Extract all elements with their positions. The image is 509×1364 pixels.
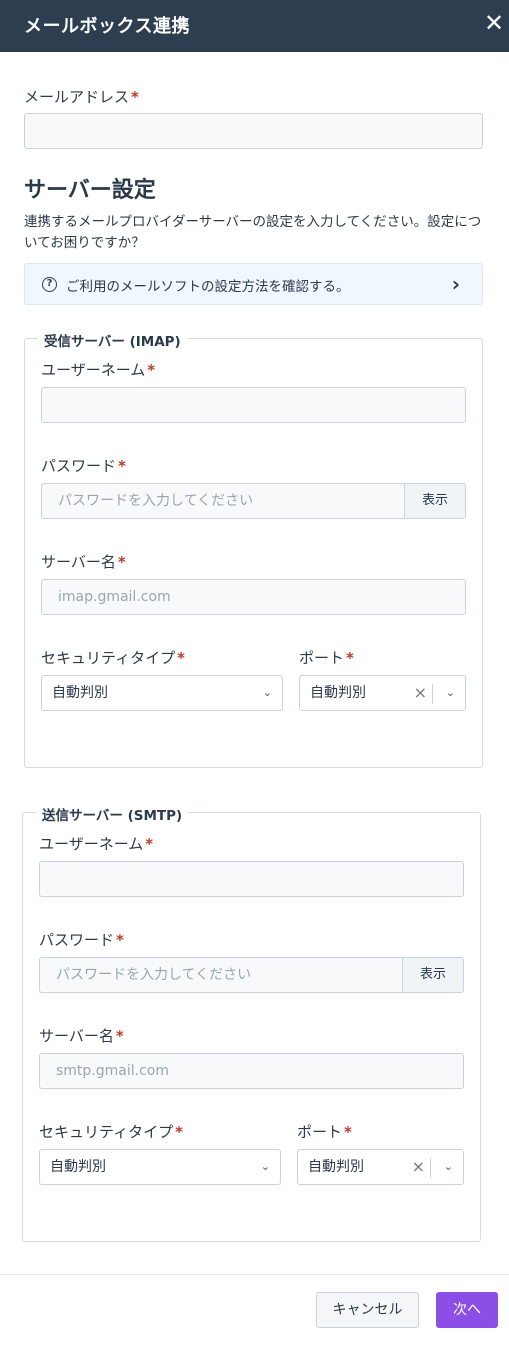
smtp-legend: 送信サーバー (SMTP) xyxy=(36,804,189,824)
imap-security-select[interactable]: 自動判別 ⌄ xyxy=(41,675,283,711)
imap-port-select[interactable]: 自動判別 × ⌄ xyxy=(299,675,466,711)
clear-icon[interactable]: × xyxy=(412,1150,425,1184)
email-label: メールアドレス * xyxy=(24,88,139,106)
select-separator xyxy=(430,1158,431,1178)
smtp-security-select[interactable]: 自動判別 ⌄ xyxy=(39,1149,281,1185)
required-mark: * xyxy=(115,1027,124,1045)
imap-legend: 受信サーバー (IMAP) xyxy=(38,330,187,350)
chevron-right-icon: › xyxy=(451,272,460,296)
help-link-text[interactable]: ご利用のメールソフトの設定方法を確認する。 xyxy=(66,275,350,295)
imap-security-label: セキュリティタイプ * xyxy=(41,649,185,667)
imap-port-label: ポート * xyxy=(299,649,354,667)
required-mark: * xyxy=(118,457,126,475)
email-input[interactable] xyxy=(24,113,483,149)
help-link-box[interactable]: ? ご利用のメールソフトの設定方法を確認する。 › xyxy=(24,263,483,305)
close-icon[interactable]: ✕ xyxy=(481,8,507,38)
dialog-header: メールボックス連携 ✕ xyxy=(0,0,509,52)
chevron-down-icon: ⌄ xyxy=(445,686,455,699)
server-settings-heading: サーバー設定 xyxy=(24,178,156,203)
required-mark: * xyxy=(147,361,156,379)
smtp-show-password-button[interactable]: 表示 xyxy=(402,957,464,993)
imap-username-label: ユーザーネーム * xyxy=(41,361,156,379)
required-mark: * xyxy=(175,1123,183,1141)
imap-password-group: パスワードを入力してください 表示 xyxy=(41,483,466,519)
clear-icon[interactable]: × xyxy=(414,676,427,710)
smtp-username-label: ユーザーネーム * xyxy=(39,835,154,853)
dialog-footer: キャンセル 次へ xyxy=(0,1274,509,1364)
smtp-server-label: サーバー名 * xyxy=(39,1027,124,1045)
server-settings-description: 連携するメールプロバイダーサーバーの設定を入力してください。設定についてお困りで… xyxy=(24,214,482,251)
smtp-port-select[interactable]: 自動判別 × ⌄ xyxy=(297,1149,464,1185)
imap-username-input[interactable] xyxy=(41,387,466,423)
smtp-password-label: パスワード * xyxy=(39,931,124,949)
required-mark: * xyxy=(346,649,354,667)
required-mark: * xyxy=(344,1123,352,1141)
required-mark: * xyxy=(116,931,124,949)
imap-password-input[interactable]: パスワードを入力してください xyxy=(41,483,404,519)
required-mark: * xyxy=(177,649,185,667)
select-separator xyxy=(432,684,433,704)
smtp-port-label: ポート * xyxy=(297,1123,352,1141)
required-mark: * xyxy=(117,553,126,571)
chevron-down-icon: ⌄ xyxy=(260,1160,270,1173)
required-mark: * xyxy=(131,88,139,106)
smtp-password-group: パスワードを入力してください 表示 xyxy=(39,957,464,993)
imap-server-input[interactable]: imap.gmail.com xyxy=(41,579,466,615)
imap-show-password-button[interactable]: 表示 xyxy=(404,483,466,519)
next-button[interactable]: 次へ xyxy=(436,1292,498,1328)
cancel-button[interactable]: キャンセル xyxy=(316,1292,419,1328)
smtp-password-input[interactable]: パスワードを入力してください xyxy=(39,957,402,993)
imap-password-label: パスワード * xyxy=(41,457,126,475)
question-icon: ? xyxy=(42,277,57,292)
dialog-title: メールボックス連携 xyxy=(24,16,190,37)
chevron-down-icon: ⌄ xyxy=(443,1160,453,1173)
imap-server-label: サーバー名 * xyxy=(41,553,126,571)
smtp-server-input[interactable]: smtp.gmail.com xyxy=(39,1053,464,1089)
smtp-security-label: セキュリティタイプ * xyxy=(39,1123,183,1141)
required-mark: * xyxy=(145,835,154,853)
chevron-down-icon: ⌄ xyxy=(262,686,272,699)
smtp-username-input[interactable] xyxy=(39,861,464,897)
